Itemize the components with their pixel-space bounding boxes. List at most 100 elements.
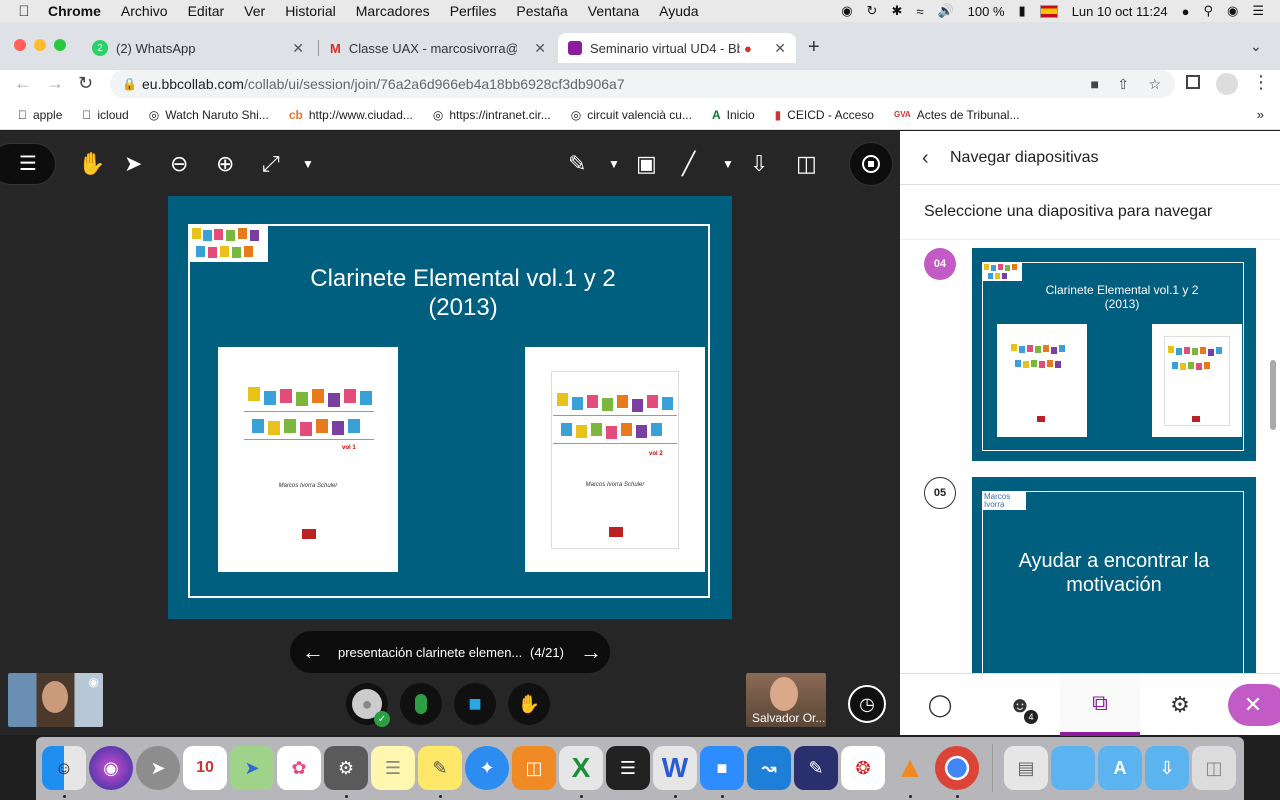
menu-item[interactable]: Pestaña (516, 3, 567, 19)
menu-item[interactable]: Ayuda (659, 3, 698, 19)
status-button[interactable]: ● ✓ (346, 683, 390, 727)
volume-icon[interactable]: 🔊 (937, 3, 953, 19)
tab-search-chevron-icon[interactable]: ⌄ (1250, 38, 1262, 55)
tab-close-icon[interactable]: ✕ (534, 40, 546, 57)
word-icon[interactable]: W (653, 746, 697, 790)
system-preferences-icon[interactable]: ⚙ (324, 746, 368, 790)
siri-icon[interactable]: ◉ (1227, 3, 1238, 19)
user-icon[interactable]: ● (1182, 4, 1190, 19)
menu-item[interactable]: Ver (244, 3, 265, 19)
bookmark-item[interactable]: ▮ CEICD - Acceso (775, 108, 874, 122)
next-slide-button[interactable]: → (580, 639, 602, 665)
download-icon[interactable]: ⇩ (750, 150, 768, 178)
microphone-button[interactable] (400, 683, 442, 725)
tab-close-icon[interactable]: ✕ (774, 40, 786, 57)
session-timer-button[interactable]: ◷ (848, 685, 886, 723)
pan-hand-icon[interactable]: ✋ (78, 150, 105, 178)
slide-thumbnail-04[interactable]: Clarinete Elemental vol.1 y 2 (2013) (972, 248, 1256, 461)
window-close-button[interactable] (14, 39, 26, 51)
camera-in-use-icon[interactable]: ■ (1091, 70, 1099, 98)
profile-avatar[interactable] (1216, 73, 1238, 95)
transfer-icon[interactable]: ↝ (747, 746, 791, 790)
menu-item[interactable]: Marcadores (356, 3, 430, 19)
menu-app[interactable]: Chrome (48, 3, 101, 19)
finder-icon[interactable]: ☺ (42, 746, 86, 790)
own-video-tile[interactable]: ◉ (8, 673, 103, 727)
bookmark-item[interactable]: A Inicio (712, 108, 755, 122)
back-chevron-icon[interactable]: ‹ (922, 147, 929, 170)
calendar-icon[interactable]: 10 (183, 746, 227, 790)
window-minimize-button[interactable] (34, 39, 46, 51)
session-menu-button[interactable]: ☰ (0, 143, 56, 185)
zoom-out-icon[interactable]: ⊖ (170, 150, 188, 178)
eye-icon[interactable]: ◉ (89, 675, 99, 689)
zoom-options-chevron-icon[interactable]: ▼ (302, 150, 314, 178)
pointer-arrow-icon[interactable]: ➤ (124, 150, 142, 178)
bookmark-item[interactable]: ◎ Watch Naruto Shi... (149, 108, 269, 122)
line-tool-icon[interactable]: ╱ (682, 150, 695, 178)
close-panel-button[interactable]: ✕ (1228, 684, 1280, 726)
tab-whatsapp[interactable]: 2 (2) WhatsApp ✕ (82, 33, 314, 63)
datetime[interactable]: Lun 10 oct 11:24 (1072, 4, 1168, 19)
notation-app-icon[interactable]: ✎ (794, 746, 838, 790)
trash-icon[interactable]: ◫ (1192, 746, 1236, 790)
document-stack-icon[interactable]: ▤ (1004, 746, 1048, 790)
tab-gmail[interactable]: M Classe UAX - marcosivorra@gm ✕ (320, 33, 556, 63)
participants-tab[interactable]: ☻ 4 (980, 674, 1060, 736)
browser-menu-icon[interactable]: ⋮ (1252, 72, 1270, 93)
bookmark-item[interactable]: ◎ circuit valencià cu... (571, 108, 692, 122)
excel-icon[interactable]: X (559, 746, 603, 790)
menu-item[interactable]: Archivo (121, 3, 168, 19)
back-button[interactable]: ← (14, 73, 32, 94)
participant-video-tile[interactable]: Salvador Or... (746, 673, 826, 727)
control-center-icon[interactable]: ☰ (1252, 3, 1264, 19)
siri-icon[interactable]: ◉ (89, 746, 133, 790)
forward-button[interactable]: → (46, 73, 64, 94)
capcut-icon[interactable]: ☰ (606, 746, 650, 790)
more-bookmarks-icon[interactable]: » (1257, 107, 1264, 122)
bookmark-item[interactable]: ◎ https://intranet.cir... (433, 108, 551, 122)
shape-options-chevron-icon[interactable]: ▼ (722, 150, 734, 178)
photos-icon[interactable]: ✿ (277, 746, 321, 790)
time-machine-icon[interactable]: ↻ (867, 3, 878, 19)
acrobat-icon[interactable]: ❂ (841, 746, 885, 790)
battery-status[interactable]: 100 % (968, 4, 1005, 19)
folder-icon[interactable] (1051, 746, 1095, 790)
screen-record-icon[interactable]: ◉ (841, 3, 852, 19)
downloads-folder-icon[interactable]: ⇩ (1145, 746, 1189, 790)
menu-item[interactable]: Historial (285, 3, 336, 19)
bookmark-item[interactable]: apple (18, 108, 62, 122)
share-content-tab[interactable]: ⧉ (1060, 674, 1140, 736)
tab-close-icon[interactable]: ✕ (292, 40, 304, 57)
url-bar[interactable]: 🔒 eu.bbcollab.com/collab/ui/session/join… (110, 70, 1175, 98)
bookmark-item[interactable]: cb http://www.ciudad... (289, 108, 413, 122)
clear-annotations-icon[interactable]: ◫ (796, 150, 817, 178)
camera-button[interactable]: ■ (454, 683, 496, 725)
pencil-options-chevron-icon[interactable]: ▼ (608, 150, 620, 178)
window-zoom-button[interactable] (54, 39, 66, 51)
maps-icon[interactable]: ➤ (230, 746, 274, 790)
panel-scrollbar[interactable] (1270, 360, 1276, 430)
chrome-icon[interactable] (935, 746, 979, 790)
tab-collab[interactable]: Seminario virtual UD4 - Bb ● ✕ (558, 33, 796, 63)
vlc-icon[interactable]: ▲ (888, 746, 932, 790)
slide-thumbnail-05[interactable]: Marcos Ivorra Ayudar a encontrar la moti… (972, 477, 1256, 673)
share-icon[interactable]: ⇧ (1117, 70, 1129, 98)
settings-tab[interactable]: ⚙ (1140, 674, 1220, 736)
bookmark-item[interactable]: GVA Actes de Tribunal... (894, 108, 1019, 122)
pencil-icon[interactable]: ✎ (568, 150, 586, 178)
stickies-icon[interactable]: ✎ (418, 746, 462, 790)
new-tab-button[interactable]: + (808, 36, 820, 59)
stop-sharing-button[interactable] (849, 142, 893, 186)
sidepanel-icon[interactable] (1186, 75, 1200, 89)
chat-tab[interactable]: ◯ (900, 674, 980, 736)
launchpad-icon[interactable]: ➤ (136, 746, 180, 790)
apple-menu-icon[interactable]:  (0, 3, 48, 20)
safari-icon[interactable]: ✦ (465, 746, 509, 790)
previous-slide-button[interactable]: ← (302, 639, 338, 665)
notes-icon[interactable]: ☰ (371, 746, 415, 790)
books-icon[interactable]: ◫ (512, 746, 556, 790)
zoom-icon[interactable]: ■ (700, 746, 744, 790)
fit-screen-icon[interactable]: ⤢ (262, 150, 280, 178)
zoom-in-icon[interactable]: ⊕ (216, 150, 234, 178)
